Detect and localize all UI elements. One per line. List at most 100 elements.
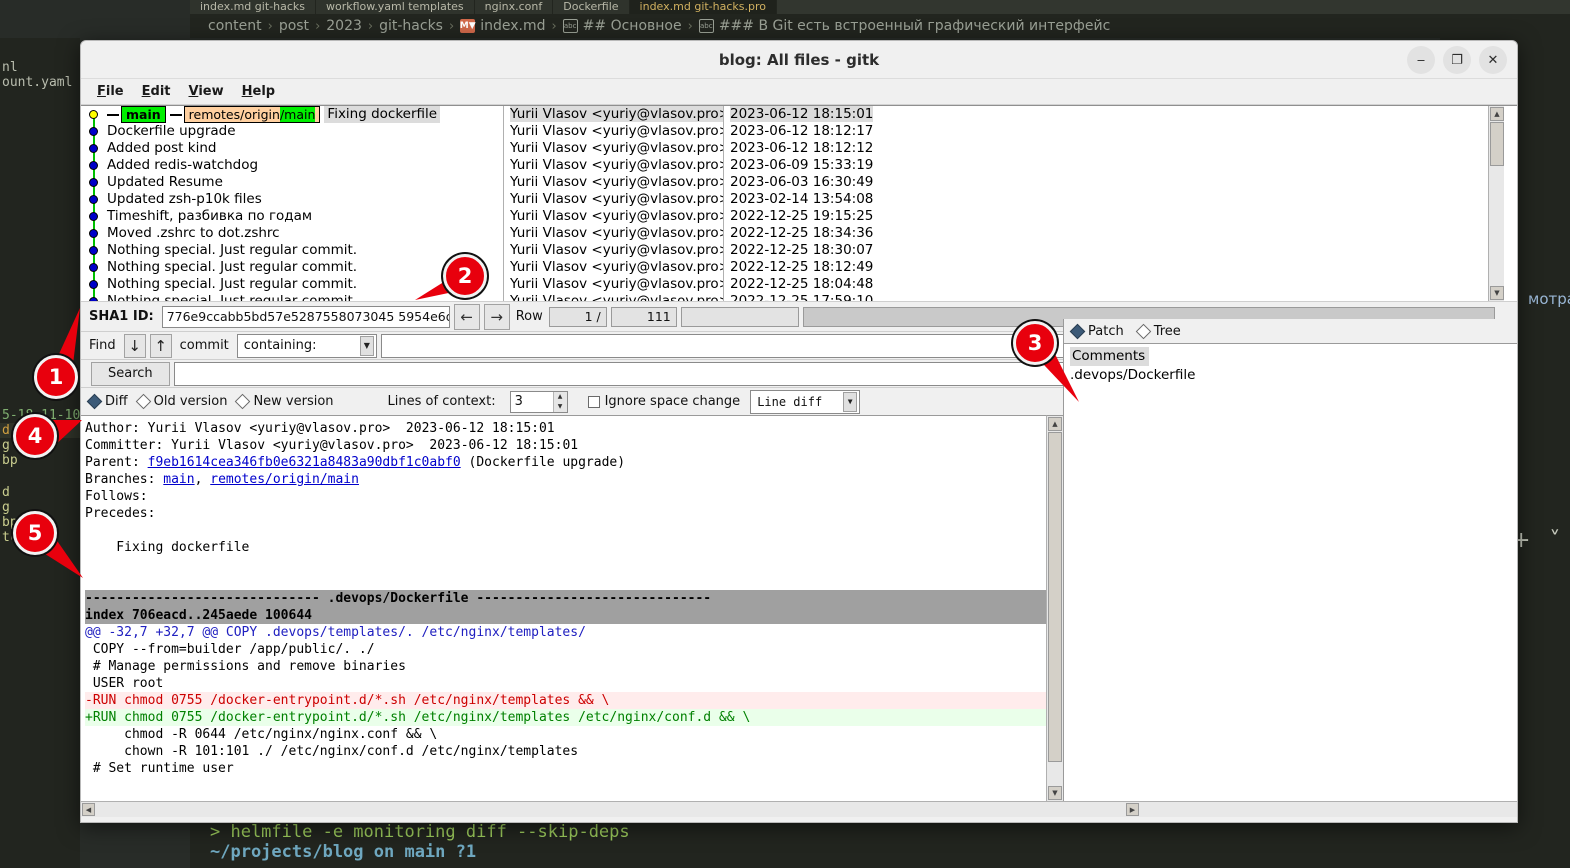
arrow-right-icon[interactable]: → (483, 303, 510, 330)
table-row[interactable]: 2023-02-14 13:54:08 (724, 191, 1504, 208)
commit-detail-text[interactable]: Author: Yurii Vlasov <yuriy@vlasov.pro> … (81, 415, 1046, 801)
breadcrumb-item-heading2[interactable]: ## Основное (583, 18, 682, 34)
table-row[interactable]: Yurii Vlasov <yuriy@vlasov.pro> (504, 259, 723, 276)
line-diff-select[interactable]: Line diff ▼ (750, 389, 861, 414)
chevron-down-icon[interactable]: ▼ (359, 335, 374, 356)
ref-tag-local[interactable]: main (121, 106, 166, 123)
editor-tab[interactable]: Dockerfile (553, 0, 630, 14)
radio-new-version[interactable]: New version (235, 393, 334, 410)
table-row[interactable]: Yurii Vlasov <yuriy@vlasov.pro> (504, 174, 723, 191)
table-row[interactable]: 2022-12-25 18:04:48 (724, 276, 1504, 293)
radio-tree[interactable]: Tree (1135, 323, 1181, 339)
editor-tab[interactable]: workflow.yaml templates (315, 0, 475, 14)
breadcrumb-item-git-hacks[interactable]: git-hacks (379, 18, 443, 34)
lines-of-context-value[interactable]: 3 (511, 392, 553, 412)
horizontal-scrollbar[interactable]: ◀ ▶ (81, 801, 1517, 817)
scroll-left-icon[interactable]: ◀ (82, 803, 95, 816)
table-row[interactable]: Added post kind (81, 140, 503, 157)
editor-tab-active[interactable]: index.md git-hacks.pro (629, 0, 778, 14)
table-row[interactable]: 2022-12-25 18:34:36 (724, 225, 1504, 242)
table-row[interactable]: main remotes/origin/main Fixing dockerfi… (81, 106, 503, 123)
stepper-down-icon[interactable]: ▼ (553, 401, 567, 412)
editor-tab[interactable]: index.md git-hacks (190, 0, 316, 14)
table-row[interactable]: Yurii Vlasov <yuriy@vlasov.pro> (504, 242, 723, 259)
add-terminal-icon[interactable]: + ˅ (1512, 528, 1566, 553)
find-mode-select[interactable]: containing: ▼ (236, 333, 377, 358)
table-row[interactable]: Timeshift, разбивка по годам (81, 208, 503, 225)
table-row[interactable]: Added redis-watchdog (81, 157, 503, 174)
table-row[interactable]: Yurii Vlasov <yuriy@vlasov.pro> (504, 191, 723, 208)
editor-tab-strip[interactable]: index.md git-hacks workflow.yaml templat… (190, 0, 1570, 14)
table-row[interactable]: Dockerfile upgrade (81, 123, 503, 140)
scroll-right-icon[interactable]: ▶ (1126, 803, 1139, 816)
table-row[interactable]: Yurii Vlasov <yuriy@vlasov.pro> (504, 276, 723, 293)
scroll-down-icon[interactable]: ▼ (1048, 786, 1062, 800)
editor-tab[interactable]: nginx.conf (474, 0, 554, 14)
breadcrumb-item-index-md[interactable]: index.md (480, 18, 545, 34)
table-row[interactable]: 2022-12-25 18:30:07 (724, 242, 1504, 259)
stepper-buttons[interactable]: ▲ ▼ (552, 391, 567, 412)
table-row[interactable]: 2023-06-12 18:15:01 (724, 106, 1504, 123)
scrollbar-thumb[interactable] (1048, 432, 1062, 762)
menu-help[interactable]: Help (236, 82, 281, 101)
table-row[interactable]: Yurii Vlasov <yuriy@vlasov.pro> (504, 157, 723, 174)
table-row[interactable]: Updated zsh-p10k files (81, 191, 503, 208)
parent-sha-link[interactable]: f9eb1614cea346fb0e6321a8483a90dbf1c0abf0 (148, 455, 461, 470)
patch-file-list[interactable]: Comments .devops/Dockerfile (1063, 343, 1517, 801)
list-item[interactable]: .devops/Dockerfile (1068, 366, 1517, 385)
table-row[interactable]: Updated Resume (81, 174, 503, 191)
radio-diff[interactable]: Diff (86, 393, 128, 410)
list-item[interactable]: Comments (1068, 347, 1517, 366)
menu-bar[interactable]: File Edit View Help (81, 79, 1517, 105)
table-row[interactable]: Nothing special. Just regular commit. (81, 293, 503, 301)
close-icon[interactable]: ✕ (1479, 46, 1507, 74)
detail-scrollbar[interactable]: ▲ ▼ (1046, 415, 1063, 801)
lines-of-context-stepper[interactable]: 3 ▲ ▼ (509, 390, 568, 413)
radio-old-version[interactable]: Old version (135, 393, 227, 410)
scroll-down-icon[interactable]: ▼ (1490, 286, 1504, 300)
table-row[interactable]: 2023-06-03 16:30:49 (724, 174, 1504, 191)
table-row[interactable]: 2023-06-12 18:12:12 (724, 140, 1504, 157)
table-row[interactable]: Yurii Vlasov <yuriy@vlasov.pro> (504, 123, 723, 140)
table-row[interactable]: Yurii Vlasov <yuriy@vlasov.pro> (504, 293, 723, 301)
sha1-input[interactable]: 776e9ccabb5bd57e5287558073045 5954e6d293… (161, 305, 450, 328)
table-row[interactable]: 2022-12-25 18:12:49 (724, 259, 1504, 276)
title-bar[interactable]: blog: All files - gitk ‒ ❐ ✕ (81, 41, 1517, 79)
branch-local-link[interactable]: main (163, 472, 194, 487)
search-button[interactable]: Search (91, 361, 170, 386)
find-up-icon[interactable]: ↑ (149, 333, 172, 358)
patch-tree-bar[interactable]: Patch Tree (1063, 319, 1517, 343)
breadcrumb-item-heading3[interactable]: ### В Git есть встроенный графический ин… (719, 18, 1110, 34)
breadcrumb-item-content[interactable]: content (208, 18, 262, 34)
radio-patch[interactable]: Patch (1069, 323, 1124, 339)
ref-tag-remote[interactable]: remotes/origin/main (183, 106, 321, 123)
table-row[interactable]: 2023-06-09 15:33:19 (724, 157, 1504, 174)
table-row[interactable]: 2022-12-25 19:15:25 (724, 208, 1504, 225)
commit-list[interactable]: main remotes/origin/main Fixing dockerfi… (81, 105, 1517, 301)
commit-author-pane[interactable]: Yurii Vlasov <yuriy@vlasov.pro> Yurii Vl… (504, 106, 724, 301)
table-row[interactable]: Nothing special. Just regular commit. (81, 259, 503, 276)
table-row[interactable]: Nothing special. Just regular commit. (81, 242, 503, 259)
maximize-icon[interactable]: ❐ (1443, 46, 1471, 74)
table-row[interactable]: Yurii Vlasov <yuriy@vlasov.pro> (504, 140, 723, 157)
stepper-up-icon[interactable]: ▲ (553, 391, 567, 402)
commit-date-pane[interactable]: 2023-06-12 18:15:01 2023-06-12 18:12:17 … (724, 106, 1504, 301)
arrow-left-icon[interactable]: ← (453, 303, 480, 330)
table-row[interactable]: Yurii Vlasov <yuriy@vlasov.pro> (504, 225, 723, 242)
scroll-up-icon[interactable]: ▲ (1048, 417, 1062, 431)
table-row[interactable]: Yurii Vlasov <yuriy@vlasov.pro> (504, 208, 723, 225)
window-controls[interactable]: ‒ ❐ ✕ (1407, 46, 1507, 74)
table-row[interactable]: 2022-12-25 17:59:10 (724, 293, 1504, 301)
commit-graph-pane[interactable]: main remotes/origin/main Fixing dockerfi… (81, 106, 504, 301)
menu-edit[interactable]: Edit (136, 82, 177, 101)
breadcrumb-item-post[interactable]: post (279, 18, 309, 34)
scrollbar-thumb[interactable] (1490, 122, 1504, 166)
table-row[interactable]: Nothing special. Just regular commit. (81, 276, 503, 293)
table-row[interactable]: Moved .zshrc to dot.zshrc (81, 225, 503, 242)
commit-list-scrollbar[interactable]: ▲ ▼ (1488, 106, 1504, 301)
minimize-icon[interactable]: ‒ (1407, 46, 1435, 74)
table-row[interactable]: 2023-06-12 18:12:17 (724, 123, 1504, 140)
menu-view[interactable]: View (183, 82, 230, 101)
breadcrumb[interactable]: content › post › 2023 › git-hacks › M▼ i… (190, 14, 1570, 38)
menu-file[interactable]: File (91, 82, 130, 101)
